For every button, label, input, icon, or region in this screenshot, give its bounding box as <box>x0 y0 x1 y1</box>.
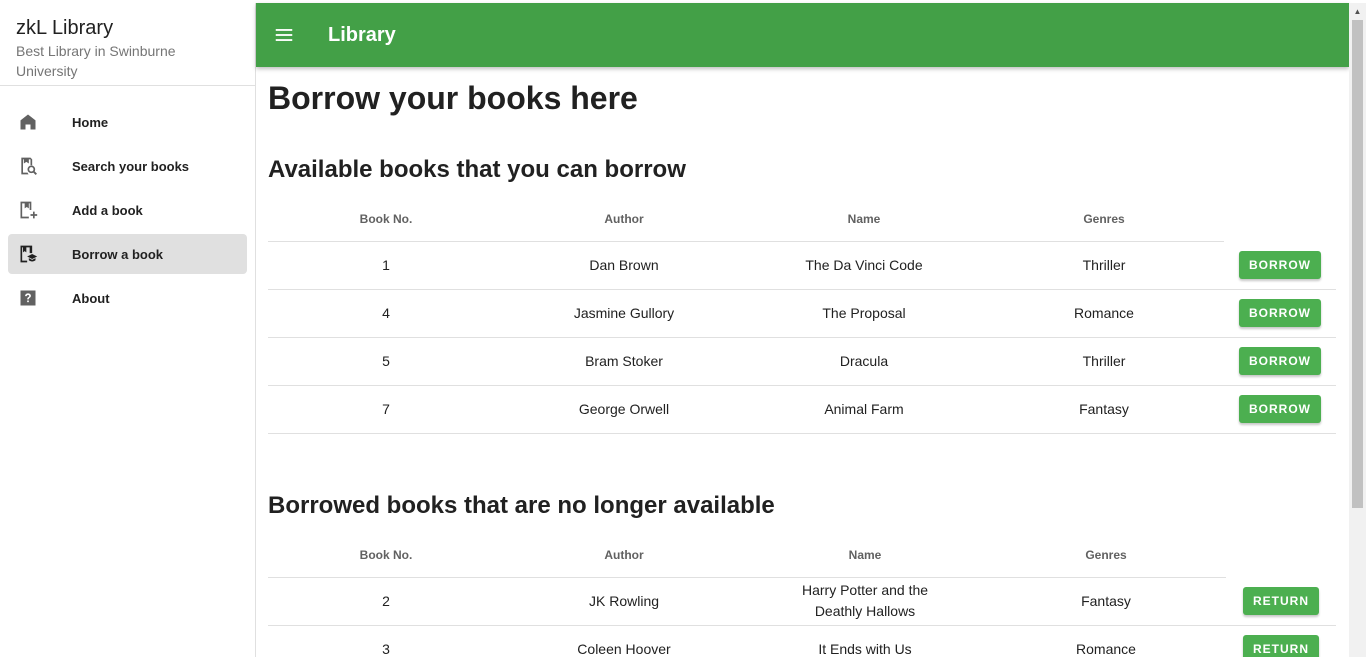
table-row: 2 JK Rowling Harry Potter and the Deathl… <box>268 577 1336 626</box>
cell-action: BORROW <box>1224 289 1336 338</box>
nav-label-borrow: Borrow a book <box>72 246 164 262</box>
borrowed-section-title: Borrowed books that are no longer availa… <box>268 492 775 519</box>
nav-label-search: Search your books <box>72 158 190 174</box>
cell-book-no: 5 <box>268 337 504 386</box>
return-button[interactable]: RETURN <box>1243 635 1319 657</box>
cell-genre: Romance <box>986 625 1226 657</box>
cell-name: The Da Vinci Code <box>744 241 984 290</box>
nav-label-home: Home <box>72 114 109 130</box>
column-header-name: Name <box>744 197 984 242</box>
cell-genre: Thriller <box>984 337 1224 386</box>
borrow-button[interactable]: BORROW <box>1239 250 1321 279</box>
cell-book-no: 1 <box>268 241 504 290</box>
home-icon <box>8 102 48 142</box>
navigation-drawer: zkL Library Best Library in Swinburne Un… <box>0 3 256 657</box>
table-row: 7 George Orwell Animal Farm Fantasy BORR… <box>268 385 1336 434</box>
column-header-book-no: Book No. <box>268 533 504 578</box>
nav-item-home[interactable]: Home <box>8 102 247 142</box>
cell-author: Dan Brown <box>504 241 744 290</box>
column-header-book-no: Book No. <box>268 197 504 242</box>
column-header-action <box>1224 197 1336 241</box>
help-icon <box>8 278 48 318</box>
borrow-button[interactable]: BORROW <box>1239 299 1321 327</box>
cell-name: The Proposal <box>744 289 984 338</box>
borrow-button[interactable]: BORROW <box>1239 347 1321 375</box>
app-subtitle: Best Library in Swinburne University <box>16 43 176 79</box>
column-header-genres: Genres <box>984 197 1224 242</box>
borrow-book-icon <box>8 234 48 274</box>
cell-action: RETURN <box>1226 577 1336 626</box>
column-header-genres: Genres <box>986 533 1226 578</box>
scroll-thumb[interactable] <box>1352 20 1363 508</box>
drawer-header: zkL Library Best Library in Swinburne Un… <box>0 3 255 86</box>
page-title: Borrow your books here <box>268 80 638 116</box>
cell-book-no: 3 <box>268 625 504 657</box>
table-row: 4 Jasmine Gullory The Proposal Romance B… <box>268 289 1336 338</box>
cell-genre: Fantasy <box>986 577 1226 626</box>
column-header-name: Name <box>744 533 986 578</box>
return-button[interactable]: RETURN <box>1243 586 1319 615</box>
cell-action: BORROW <box>1224 337 1336 386</box>
table-header-row: Book No. Author Name Genres <box>268 533 1336 578</box>
nav-label-about: About <box>72 290 110 306</box>
cell-book-no: 7 <box>268 385 504 434</box>
cell-book-no: 4 <box>268 289 504 338</box>
nav-list: Home Search your books Add a book Borrow… <box>0 86 255 318</box>
cell-genre: Thriller <box>984 241 1224 290</box>
table-row: 5 Bram Stoker Dracula Thriller BORROW <box>268 337 1336 386</box>
borrowed-books-table: Book No. Author Name Genres 2 JK Rowling… <box>268 533 1336 657</box>
scroll-up-arrow-icon[interactable]: ▲ <box>1349 3 1366 20</box>
cell-name: It Ends with Us <box>744 625 986 657</box>
cell-author: Bram Stoker <box>504 337 744 386</box>
cell-name: Dracula <box>744 337 984 386</box>
borrow-button[interactable]: BORROW <box>1239 395 1321 423</box>
cell-book-no: 2 <box>268 577 504 626</box>
cell-author: Coleen Hoover <box>504 625 744 657</box>
add-book-icon <box>8 190 48 230</box>
cell-name: Animal Farm <box>744 385 984 434</box>
app-bar-title: Library <box>328 23 396 46</box>
nav-label-add: Add a book <box>72 202 143 218</box>
table-row: 3 Coleen Hoover It Ends with Us Romance … <box>268 625 1336 657</box>
cell-author: JK Rowling <box>504 577 744 626</box>
menu-button[interactable] <box>256 3 312 67</box>
search-book-icon <box>8 146 48 186</box>
nav-item-borrow[interactable]: Borrow a book <box>8 234 247 274</box>
nav-item-add[interactable]: Add a book <box>8 190 247 230</box>
column-header-action <box>1226 533 1336 577</box>
app-bar: Library <box>256 3 1349 67</box>
cell-author: George Orwell <box>504 385 744 434</box>
nav-item-about[interactable]: About <box>8 278 247 318</box>
available-books-table: Book No. Author Name Genres 1 Dan Brown … <box>268 197 1336 434</box>
table-header-row: Book No. Author Name Genres <box>268 197 1336 242</box>
table-row: 1 Dan Brown The Da Vinci Code Thriller B… <box>268 241 1336 290</box>
app-title: zkL Library <box>16 17 114 39</box>
menu-icon <box>275 29 293 41</box>
available-section-title: Available books that you can borrow <box>268 156 686 183</box>
cell-action: BORROW <box>1224 385 1336 434</box>
cell-genre: Fantasy <box>984 385 1224 434</box>
cell-author: Jasmine Gullory <box>504 289 744 338</box>
cell-action: BORROW <box>1224 241 1336 290</box>
cell-genre: Romance <box>984 289 1224 338</box>
column-header-author: Author <box>504 197 744 242</box>
cell-action: RETURN <box>1226 625 1336 657</box>
main-content: Borrow your books here Available books t… <box>268 67 1336 657</box>
cell-name: Harry Potter and the Deathly Hallows <box>744 577 986 626</box>
nav-item-search[interactable]: Search your books <box>8 146 247 186</box>
column-header-author: Author <box>504 533 744 578</box>
page-scrollbar[interactable]: ▲ <box>1349 3 1366 657</box>
